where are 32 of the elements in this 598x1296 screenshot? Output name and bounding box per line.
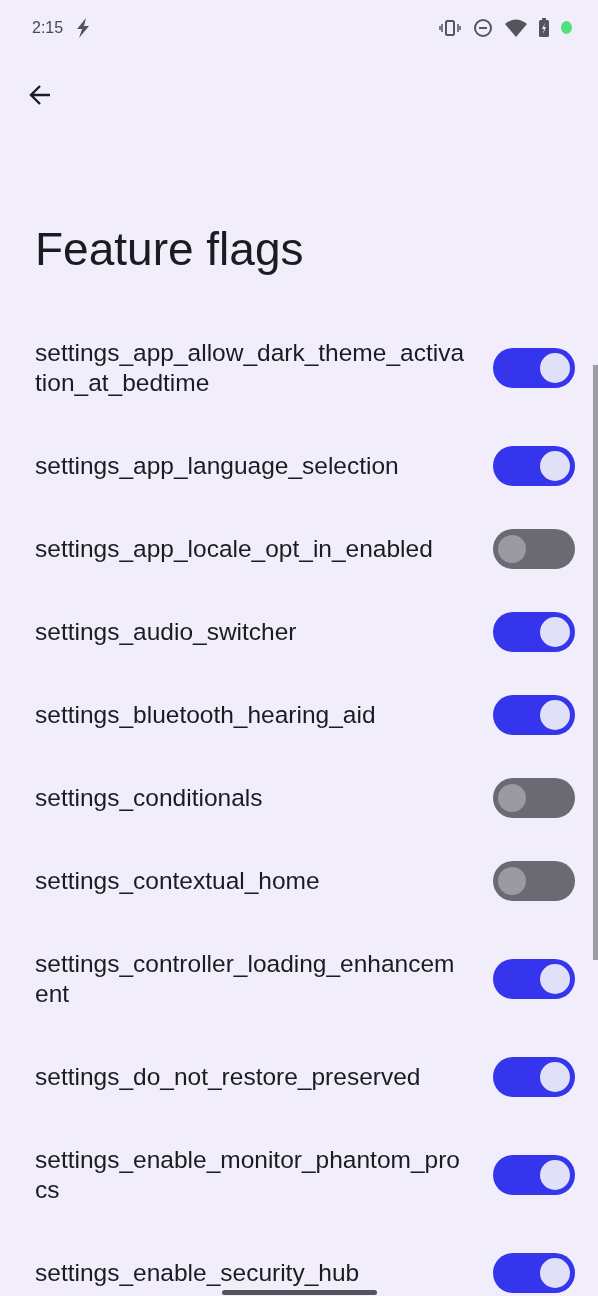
flag-name: settings_do_not_restore_preserved [35,1061,421,1092]
toggle-switch[interactable] [493,347,575,388]
gesture-handle[interactable] [222,1290,377,1295]
flag-name: settings_bluetooth_hearing_aid [35,699,376,730]
flag-name: settings_enable_security_hub [35,1257,360,1288]
status-time: 2:15 [32,18,64,37]
wifi-icon [505,18,527,37]
flag-name: settings_controller_loading_enhancement [35,948,456,1009]
back-arrow-icon [28,83,52,107]
battery-icon [539,18,549,37]
flag-name: settings_app_locale_opt_in_enabled [35,533,433,564]
flag-name: settings_app_language_selection [35,450,399,481]
toggle-switch[interactable] [493,528,575,569]
toggle-switch[interactable] [493,445,575,486]
toggle-switch[interactable] [493,611,575,652]
bolt-icon [75,17,92,38]
vibrate-icon [439,19,461,36]
toggle-switch[interactable] [493,777,575,818]
flag-name: settings_enable_monitor_phantom_procs [35,1144,461,1205]
toggle-switch[interactable] [493,1056,575,1097]
toggle-switch[interactable] [493,694,575,735]
page-title: Feature flags [35,222,305,277]
toggle-switch[interactable] [493,958,575,999]
flag-name: settings_audio_switcher [35,616,297,647]
flag-name: settings_contextual_home [35,865,320,896]
toggle-switch[interactable] [493,1154,575,1195]
flag-name: settings_conditionals [35,782,263,813]
indicator-dot-icon [561,21,572,34]
do-not-disturb-icon [473,17,493,38]
toggle-switch[interactable] [493,1252,575,1293]
toggle-switch[interactable] [493,860,575,901]
flag-name: settings_app_allow_dark_theme_activation_at_bedtime [35,337,465,398]
